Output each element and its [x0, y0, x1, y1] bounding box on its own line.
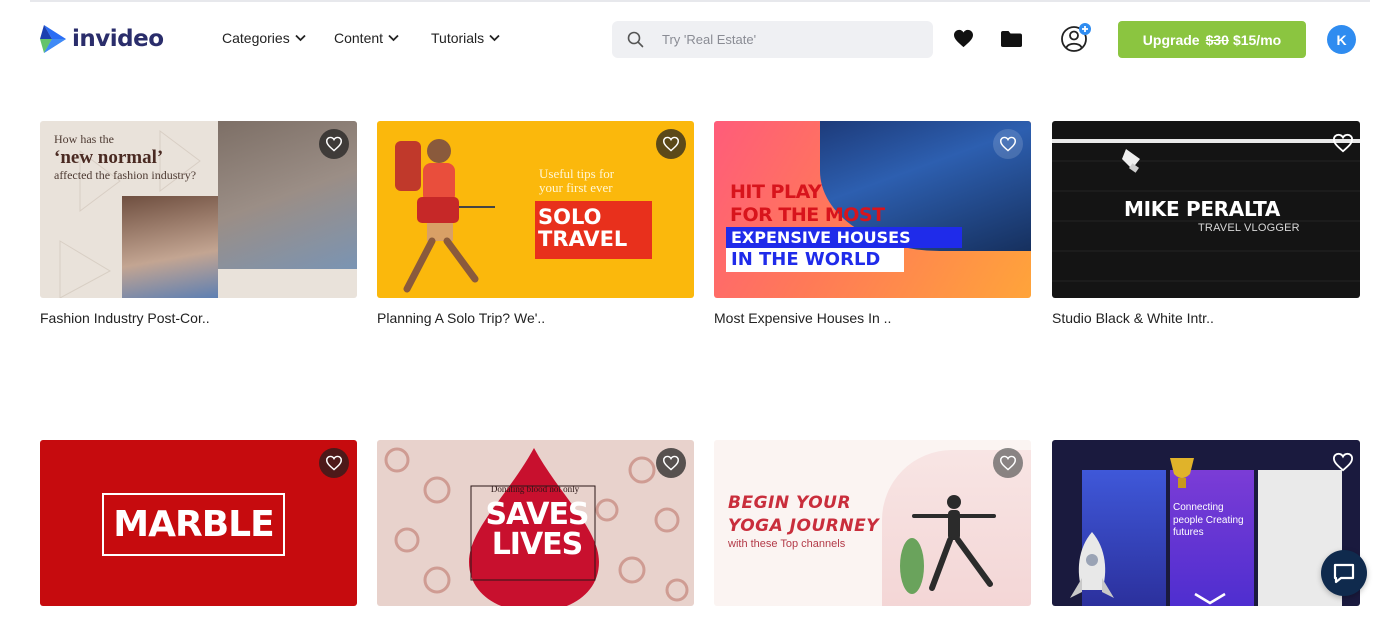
template-thumbnail[interactable]: MARBLE: [40, 440, 357, 606]
nav-tutorials-label: Tutorials: [431, 30, 485, 46]
template-thumbnail[interactable]: HIT PLAY FOR THE MOST EXPENSIVE HOUSES I…: [714, 121, 1031, 298]
model-photo: [122, 196, 218, 298]
template-card[interactable]: Useful tips for your first ever SOLO TRA…: [377, 121, 694, 326]
thumb-subtitle: TRAVEL VLOGGER: [1198, 222, 1300, 234]
top-navbar: invideo Categories Content Tutorials Upg…: [0, 0, 1400, 80]
template-thumbnail[interactable]: Connecting people Creating futures: [1052, 440, 1360, 606]
thumb-headline: MARBLE: [102, 493, 285, 556]
thumb-line: FOR THE MOST: [730, 204, 885, 226]
thumb-line: EXPENSIVE HOUSES: [726, 227, 962, 248]
thumb-subtitle: with these Top channels: [728, 538, 846, 550]
template-thumbnail[interactable]: How has the ‘new normal’ affected the fa…: [40, 121, 357, 298]
trophy-illustration: [1170, 458, 1194, 488]
search-icon: [627, 31, 644, 48]
favorite-button[interactable]: [656, 129, 686, 159]
add-user-icon[interactable]: [1059, 22, 1093, 54]
template-card[interactable]: Connecting people Creating futures: [1052, 440, 1360, 606]
template-thumbnail[interactable]: Donating blood not only SAVES LIVES: [377, 440, 694, 606]
template-card[interactable]: Donating blood not only SAVES LIVES: [377, 440, 694, 606]
heart-outline-icon: [999, 136, 1017, 152]
template-thumbnail[interactable]: MIKE PERALTA TRAVEL VLOGGER: [1052, 121, 1360, 298]
avatar-initial: K: [1336, 31, 1347, 48]
heart-outline-icon: [662, 455, 680, 471]
brand-name: invideo: [72, 26, 164, 52]
upgrade-button[interactable]: Upgrade $30 $15/mo: [1118, 21, 1306, 58]
template-card[interactable]: HIT PLAY FOR THE MOST EXPENSIVE HOUSES I…: [714, 121, 1031, 326]
chevron-down-icon: [489, 34, 500, 42]
spotlight-icon: [1122, 149, 1140, 173]
thumb-headline: BEGIN YOUR YOGA JOURNEY: [728, 492, 879, 538]
upgrade-old-price: $30: [1205, 31, 1229, 48]
thumb-headline: SOLO TRAVEL: [535, 201, 652, 259]
template-title[interactable]: Most Expensive Houses In ..: [714, 310, 891, 326]
search-bar[interactable]: [612, 21, 933, 58]
heart-outline-icon: [325, 136, 343, 152]
traveler-illustration: [395, 139, 495, 293]
light-beam: [1052, 139, 1360, 143]
nav-categories[interactable]: Categories: [222, 30, 306, 46]
chevron-down-icon[interactable]: [1193, 592, 1227, 606]
template-card[interactable]: MIKE PERALTA TRAVEL VLOGGER Studio Black…: [1052, 121, 1360, 326]
nav-tutorials[interactable]: Tutorials: [431, 30, 500, 46]
thumb-line: IN THE WORLD: [726, 248, 904, 272]
upgrade-new-price: $15/mo: [1232, 31, 1282, 48]
chat-icon: [1333, 563, 1355, 584]
yoga-pose-illustration: [900, 495, 996, 594]
thumb-line: How has the: [54, 132, 114, 146]
invideo-logo-icon: [40, 25, 66, 53]
thumb-line: SAVES: [485, 497, 589, 532]
chat-button[interactable]: [1321, 550, 1367, 596]
nav-content-label: Content: [334, 30, 384, 46]
thumb-text: Connecting people Creating futures: [1173, 502, 1244, 538]
favorite-button[interactable]: [993, 129, 1023, 159]
thumb-line: Donating blood not only: [490, 484, 580, 494]
thumb-line: YOGA JOURNEY: [728, 515, 880, 536]
thumbnail-text: How has the ‘new normal’ affected the fa…: [54, 132, 197, 182]
thumb-headline: ‘new normal’: [54, 146, 164, 168]
heart-icon[interactable]: [953, 29, 974, 48]
heart-outline-icon: [325, 455, 343, 471]
template-card[interactable]: How has the ‘new normal’ affected the fa…: [40, 121, 357, 326]
template-thumbnail[interactable]: Useful tips for your first ever SOLO TRA…: [377, 121, 694, 298]
chevron-down-icon: [388, 34, 399, 42]
thumb-headline: MIKE PERALTA: [1124, 197, 1281, 221]
heart-outline-icon: [662, 136, 680, 152]
nav-categories-label: Categories: [222, 30, 290, 46]
favorite-button[interactable]: [319, 129, 349, 159]
thumb-subtitle: Useful tips for your first ever: [539, 166, 615, 195]
brand-logo[interactable]: invideo: [40, 22, 164, 56]
rocket-illustration: [1070, 532, 1114, 598]
template-title[interactable]: Studio Black & White Intr..: [1052, 310, 1214, 326]
heart-outline-icon[interactable]: [1332, 452, 1354, 472]
template-thumbnail[interactable]: BEGIN YOUR YOGA JOURNEY with these Top c…: [714, 440, 1031, 606]
folder-icon[interactable]: [1000, 30, 1023, 48]
template-card[interactable]: MARBLE: [40, 440, 357, 606]
thumb-headline: SAVES LIVES: [477, 500, 597, 560]
template-title[interactable]: Fashion Industry Post-Cor..: [40, 310, 210, 326]
nav-content[interactable]: Content: [334, 30, 399, 46]
thumb-line: HIT PLAY: [730, 181, 822, 203]
thumb-line: BEGIN YOUR: [728, 493, 852, 513]
favorite-button[interactable]: [656, 448, 686, 478]
template-card[interactable]: BEGIN YOUR YOGA JOURNEY with these Top c…: [714, 440, 1031, 606]
heart-outline-icon: [999, 455, 1017, 471]
heart-outline-icon[interactable]: [1332, 133, 1354, 153]
chevron-down-icon: [295, 34, 306, 42]
search-input[interactable]: [662, 32, 902, 47]
favorite-button[interactable]: [319, 448, 349, 478]
template-title[interactable]: Planning A Solo Trip? We'..: [377, 310, 545, 326]
thumb-line: affected the fashion industry?: [54, 167, 197, 182]
thumb-line: LIVES: [491, 527, 584, 562]
avatar[interactable]: K: [1327, 25, 1356, 54]
upgrade-label: Upgrade: [1142, 31, 1200, 48]
favorite-button[interactable]: [993, 448, 1023, 478]
